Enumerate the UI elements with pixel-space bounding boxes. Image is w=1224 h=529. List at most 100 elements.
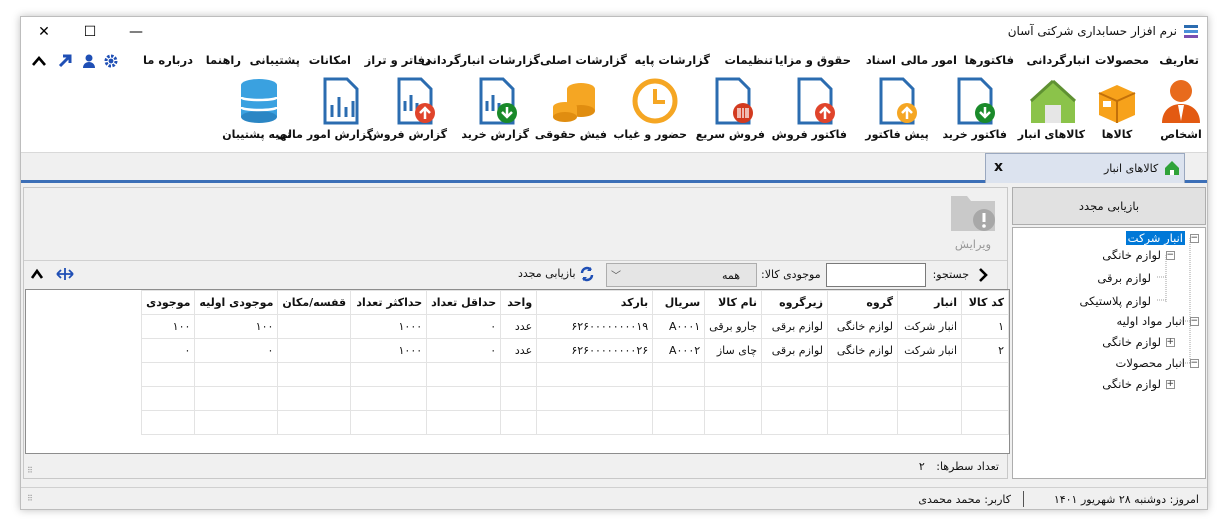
tree-node-products-warehouse[interactable]: انبار محصولات — [1116, 356, 1185, 370]
menu-inventory-reports[interactable]: گزارشات انبارگردانی — [421, 53, 540, 67]
cell-group[interactable]: لوازم خانگی — [827, 338, 898, 363]
menu-salary[interactable]: حقوق و مزایا — [775, 53, 851, 67]
tree-node-home-appliances-3[interactable]: لوازم خانگی — [1102, 377, 1161, 391]
menu-definitions[interactable]: تعاریف — [1159, 53, 1199, 67]
col-serial[interactable]: سریال — [652, 290, 706, 315]
user-icon[interactable] — [81, 53, 97, 69]
tree-toggle[interactable]: + — [1166, 338, 1175, 347]
chevron-right-icon[interactable] — [977, 267, 989, 283]
col-warehouse[interactable]: انبار — [897, 290, 962, 315]
ribbon-backup-button[interactable]: تهیه پشتیبان — [222, 77, 291, 141]
col-group[interactable]: گروه — [827, 290, 898, 315]
ribbon-purchase-invoice-button[interactable]: فاکتور خرید — [942, 77, 1007, 141]
tree-node-company-warehouse[interactable]: انبار شرکت — [1125, 231, 1185, 245]
menu-help[interactable]: راهنما — [206, 53, 241, 67]
ribbon-finance-report-button[interactable]: گزارش امور مالی — [277, 77, 373, 141]
cell-unit[interactable]: عدد — [500, 338, 538, 363]
menu-base-reports[interactable]: گزارشات پایه — [634, 53, 710, 67]
cell-subgroup[interactable]: لوازم برقی — [761, 314, 828, 339]
cell-warehouse[interactable]: انبار شرکت — [897, 338, 962, 363]
ribbon-purchase-report-button[interactable]: گزارش خرید — [461, 77, 529, 141]
ribbon-proforma-button[interactable]: پیش فاکتور — [865, 77, 929, 141]
col-item-name[interactable]: نام کالا — [704, 290, 762, 315]
ribbon-persons-button[interactable]: اشخاص — [1149, 77, 1213, 141]
cell-warehouse[interactable]: انبار شرکت — [897, 314, 962, 339]
cell-item-name[interactable]: چای ساز — [704, 338, 762, 363]
menu-main-reports[interactable]: گزارشات اصلی — [540, 53, 627, 67]
chevron-up-icon[interactable] — [31, 54, 47, 68]
close-icon[interactable]: x — [994, 159, 1003, 175]
col-shelf[interactable]: قفسه/مکان — [277, 290, 352, 315]
col-code[interactable]: کد کالا — [961, 290, 1009, 315]
table-row[interactable]: ۱ انبار شرکت لوازم خانگی لوازم برقی جارو… — [141, 314, 1009, 339]
menu-support[interactable]: پشتیبانی — [250, 53, 300, 67]
gear-icon[interactable] — [103, 53, 119, 69]
cell-initial-stock[interactable]: ۱۰۰ — [194, 314, 279, 339]
cell-serial[interactable]: A۰۰۰۲ — [652, 338, 706, 363]
cell-item-name[interactable]: جارو برقی — [704, 314, 762, 339]
cell-barcode[interactable]: ۶۲۶۰۰۰۰۰۰۰۰۲۶ — [536, 338, 654, 363]
tree-node-electrical[interactable]: لوازم برقی — [1097, 271, 1151, 285]
menu-finance[interactable]: امور مالی — [901, 53, 957, 67]
menu-about[interactable]: درباره ما — [143, 53, 193, 67]
external-link-icon[interactable] — [57, 53, 73, 69]
col-barcode[interactable]: بارکد — [536, 290, 654, 315]
tree-toggle[interactable]: − — [1190, 359, 1199, 368]
ribbon-warehouse-items-button[interactable]: کالاهای انبار — [1018, 77, 1085, 141]
tree-node-home-appliances[interactable]: لوازم خانگی — [1102, 248, 1161, 262]
menu-inventory[interactable]: انبارگردانی — [1026, 53, 1090, 67]
ribbon-sales-report-button[interactable]: گزارش فروش — [369, 77, 447, 141]
ribbon-quick-sale-button[interactable]: فروش سریع — [696, 77, 765, 141]
col-max-qty[interactable]: حداکثر تعداد — [350, 290, 428, 315]
ribbon-sales-invoice-button[interactable]: فاکتور فروش — [772, 77, 847, 141]
cell-stock[interactable]: ۰ — [141, 338, 196, 363]
col-stock[interactable]: موجودی — [141, 290, 196, 315]
menu-documents[interactable]: اسناد — [866, 53, 896, 67]
col-min-qty[interactable]: حداقل تعداد — [426, 290, 502, 315]
cell-stock[interactable]: ۱۰۰ — [141, 314, 196, 339]
cell-min-qty[interactable]: ۰ — [426, 314, 502, 339]
stock-filter-select[interactable]: ﹀ همه — [606, 263, 757, 287]
ribbon-products-button[interactable]: کالاها — [1085, 77, 1149, 141]
menu-invoices[interactable]: فاکتورها — [965, 53, 1014, 67]
ribbon-attendance-button[interactable]: حضور و غیاب — [613, 77, 687, 141]
ribbon-payslip-button[interactable]: فیش حقوقی — [535, 77, 607, 141]
resize-grip-icon[interactable]: ⠿ — [27, 494, 33, 503]
tree-toggle[interactable]: − — [1190, 234, 1199, 243]
tab-warehouse-items[interactable]: x کالاهای انبار — [985, 153, 1185, 183]
chevron-up-icon[interactable] — [30, 268, 44, 280]
cell-barcode[interactable]: ۶۲۶۰۰۰۰۰۰۰۰۱۹ — [536, 314, 654, 339]
edit-button[interactable]: ویرایش — [944, 190, 1002, 251]
tree-toggle[interactable]: − — [1190, 317, 1199, 326]
menu-features[interactable]: امکانات — [309, 53, 351, 67]
cell-serial[interactable]: A۰۰۰۱ — [652, 314, 706, 339]
menu-settings[interactable]: تنظیمات — [725, 53, 774, 67]
col-subgroup[interactable]: زیرگروه — [761, 290, 828, 315]
search-input[interactable] — [826, 263, 926, 287]
cell-max-qty[interactable]: ۱۰۰۰ — [350, 314, 428, 339]
cell-min-qty[interactable]: ۰ — [426, 338, 502, 363]
table-row[interactable]: ۲ انبار شرکت لوازم خانگی لوازم برقی چای … — [141, 338, 1009, 363]
tree-toggle[interactable]: − — [1166, 251, 1175, 260]
col-initial-stock[interactable]: موجودی اولیه — [194, 290, 279, 315]
cell-initial-stock[interactable]: ۰ — [194, 338, 279, 363]
cell-code[interactable]: ۲ — [961, 338, 1009, 363]
cell-code[interactable]: ۱ — [961, 314, 1009, 339]
cell-group[interactable]: لوازم خانگی — [827, 314, 898, 339]
tree-node-home-appliances-2[interactable]: لوازم خانگی — [1102, 335, 1161, 349]
tree-toggle[interactable]: + — [1166, 380, 1175, 389]
tree-node-plastic[interactable]: لوازم پلاستیکی — [1079, 294, 1151, 308]
cell-shelf[interactable] — [277, 338, 352, 363]
resize-grip-icon[interactable]: ⠿ — [27, 466, 33, 475]
minimize-button[interactable]: — — [113, 17, 159, 47]
cell-unit[interactable]: عدد — [500, 314, 538, 339]
expand-horizontal-icon[interactable] — [56, 267, 74, 281]
menu-ledgers[interactable]: دفاتر و تراز — [365, 53, 431, 67]
tree-node-raw-materials[interactable]: انبار مواد اولیه — [1116, 314, 1185, 328]
close-button[interactable]: ✕ — [21, 17, 67, 47]
cell-max-qty[interactable]: ۱۰۰۰ — [350, 338, 428, 363]
col-unit[interactable]: واحد — [500, 290, 538, 315]
cell-shelf[interactable] — [277, 314, 352, 339]
tree-reload-button[interactable]: بازیابی مجدد — [1012, 187, 1206, 225]
menu-products[interactable]: محصولات — [1095, 53, 1149, 67]
